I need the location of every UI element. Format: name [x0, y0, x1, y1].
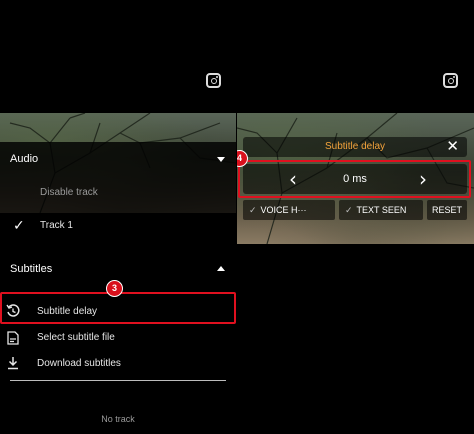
subtitle-delay-title: Subtitle delay	[324, 141, 386, 152]
right-screen: Subtitle delay ✕ ‹ 0 ms › ✓ VOICE H··· ✓ T…	[237, 0, 474, 434]
subtitle-delay-highlight	[0, 292, 236, 324]
expand-arrow-icon	[217, 266, 225, 271]
no-track-row: No track	[0, 412, 236, 428]
check-icon: ✓	[345, 205, 353, 215]
no-track-label: No track	[101, 414, 135, 424]
track-label: Track 1	[40, 220, 73, 231]
subtitles-title: Subtitles	[10, 263, 53, 275]
download-subtitles-item[interactable]: Download subtitles	[0, 355, 236, 373]
audio-title: Audio	[10, 153, 39, 165]
subtitle-file-icon	[7, 331, 19, 345]
left-screen: Audio Disable track ✓ Track 1 Subtitles …	[0, 0, 236, 434]
check-icon: ✓	[249, 205, 257, 215]
voice-heard-label: VOICE H···	[260, 205, 307, 215]
checkmark-icon: ✓	[13, 217, 25, 233]
menu-divider	[10, 380, 226, 381]
download-subtitles-label: Download subtitles	[37, 358, 121, 369]
text-seen-label: TEXT SEEN	[356, 205, 407, 215]
subtitles-section-header[interactable]: Subtitles	[0, 260, 236, 278]
collapse-arrow-icon	[217, 157, 225, 162]
instagram-icon[interactable]	[443, 73, 458, 88]
select-subtitle-file-item[interactable]: Select subtitle file	[0, 329, 236, 347]
reset-label: RESET	[431, 205, 462, 215]
text-seen-button[interactable]: ✓ TEXT SEEN	[339, 200, 423, 220]
instagram-icon[interactable]	[206, 73, 221, 88]
track-option-disable[interactable]: Disable track	[0, 184, 236, 200]
audio-section-header[interactable]: Audio	[0, 150, 236, 168]
voice-heard-button[interactable]: ✓ VOICE H···	[243, 200, 335, 220]
step-badge-3: 3	[106, 280, 123, 297]
track-label: Disable track	[40, 187, 98, 198]
track-option-1[interactable]: ✓ Track 1	[0, 217, 236, 233]
subtitle-delay-header: Subtitle delay ✕	[243, 137, 467, 157]
delay-stepper-highlight	[238, 160, 471, 198]
reset-button[interactable]: RESET	[427, 200, 467, 220]
close-icon[interactable]: ✕	[446, 138, 459, 156]
download-icon	[8, 357, 18, 370]
select-subtitle-file-label: Select subtitle file	[37, 332, 115, 343]
